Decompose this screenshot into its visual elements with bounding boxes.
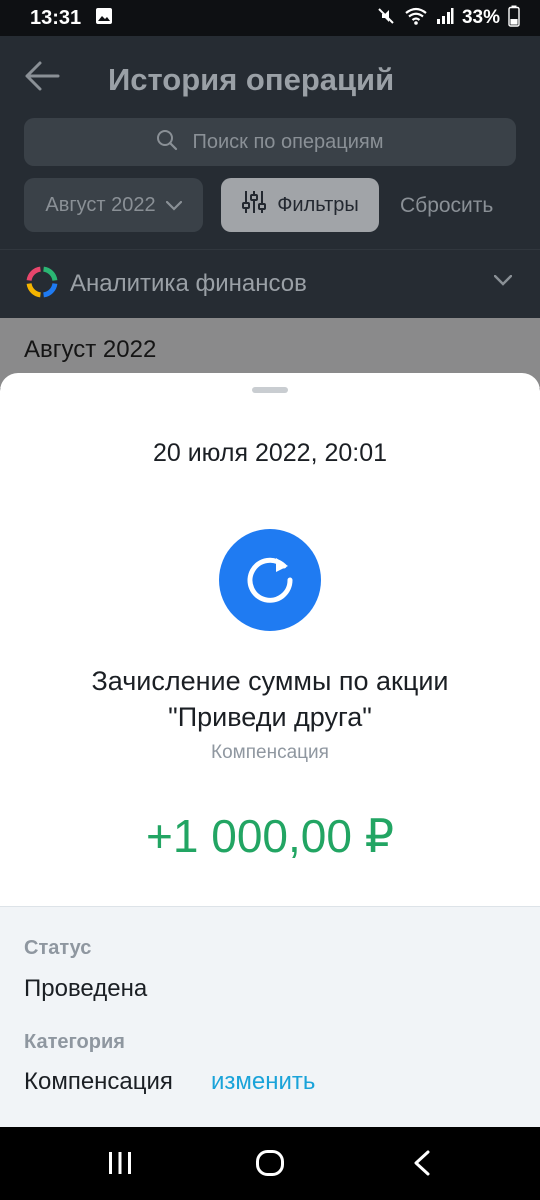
analytics-label: Аналитика финансов bbox=[70, 270, 307, 297]
category-value: Компенсация bbox=[24, 1068, 173, 1095]
status-bar: 13:31 33% bbox=[0, 0, 540, 36]
image-icon bbox=[95, 7, 113, 30]
search-icon bbox=[156, 129, 178, 156]
refund-icon bbox=[219, 529, 321, 631]
wifi-icon bbox=[404, 6, 428, 31]
operation-title: Зачисление суммы по акции "Приведи друга… bbox=[91, 666, 449, 732]
sheet-grabber[interactable] bbox=[252, 387, 288, 393]
system-navigation-bar bbox=[0, 1127, 540, 1200]
search-input[interactable]: Поиск по операциям bbox=[24, 118, 516, 166]
analytics-ring-segment bbox=[42, 266, 58, 281]
page-title: История операций bbox=[108, 62, 395, 97]
home-icon[interactable] bbox=[255, 1149, 285, 1182]
operation-amount: +1 000,00 ₽ bbox=[146, 810, 394, 862]
operation-datetime: 20 июля 2022, 20:01 bbox=[152, 439, 388, 467]
operation-details-sheet: 20 июля 2022, 20:01 Зачисление суммы по … bbox=[0, 373, 540, 1127]
chevron-down-icon[interactable] bbox=[493, 274, 513, 292]
analytics-ring-segment bbox=[42, 282, 58, 297]
recents-icon[interactable] bbox=[106, 1149, 134, 1182]
battery-icon bbox=[508, 5, 520, 32]
sliders-icon bbox=[241, 189, 267, 221]
analytics-ring-icon bbox=[24, 264, 60, 305]
status-time: 13:31 bbox=[30, 6, 82, 29]
analytics-toggle[interactable]: Аналитика финансов bbox=[0, 250, 540, 318]
change-category-link[interactable]: изменить bbox=[211, 1068, 315, 1096]
search-placeholder: Поиск по операциям bbox=[192, 130, 384, 153]
operation-details: Статус Проведена Категория Компенсация и… bbox=[0, 906, 540, 1127]
analytics-ring-segment bbox=[26, 266, 42, 281]
mute-icon bbox=[376, 6, 396, 31]
filters-label: Фильтры bbox=[277, 193, 359, 216]
battery-percent: 33% bbox=[461, 7, 500, 28]
chevron-down-icon bbox=[165, 194, 182, 217]
category-label: Категория bbox=[24, 1031, 125, 1053]
status-value: Проведена bbox=[24, 975, 148, 1002]
analytics-ring-segment bbox=[26, 282, 42, 297]
reset-button[interactable]: Сбросить bbox=[400, 194, 493, 218]
month-select-label: Август 2022 bbox=[45, 193, 156, 216]
month-select[interactable]: Август 2022 bbox=[24, 178, 203, 232]
header: История операций bbox=[0, 36, 540, 122]
filters-button[interactable]: Фильтры bbox=[221, 178, 379, 232]
operation-category: Компенсация bbox=[211, 742, 329, 763]
back-icon[interactable] bbox=[410, 1149, 434, 1182]
status-label: Статус bbox=[24, 937, 92, 959]
signal-icon bbox=[436, 6, 454, 31]
arrow-left-icon[interactable] bbox=[24, 60, 60, 97]
